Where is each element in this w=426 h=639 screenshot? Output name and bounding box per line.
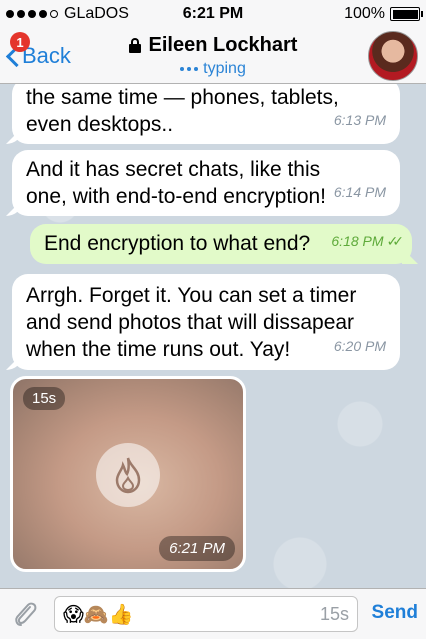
paperclip-icon[interactable]	[10, 599, 40, 629]
message-bubble[interactable]: Arrgh. Forget it. You can set a timer an…	[12, 274, 400, 370]
back-label: Back	[22, 43, 71, 68]
nav-bar: Back 1 Eileen Lockhart typing	[0, 28, 426, 84]
avatar[interactable]	[368, 31, 418, 81]
message-time: 6:20 PM	[333, 338, 386, 354]
chat-title: Eileen Lockhart	[148, 34, 298, 56]
unread-badge: 1	[10, 32, 30, 52]
read-checkmarks-icon: ✓✓	[386, 233, 405, 249]
lock-icon	[128, 38, 141, 53]
chat-area[interactable]: the same time — phones, tablets, even de…	[0, 84, 426, 588]
photo-time: 6:21 PM	[159, 536, 235, 561]
message-bubble[interactable]: the same time — phones, tablets, even de…	[12, 84, 400, 144]
send-button[interactable]: Send	[372, 602, 418, 624]
photo-timer-badge: 15s	[23, 387, 66, 410]
secret-photo[interactable]: 15s 6:21 PM	[10, 376, 246, 572]
message-time: 6:14 PM	[333, 184, 386, 200]
battery-icon	[390, 7, 423, 21]
message-time: 6:18 PM ✓✓	[331, 228, 405, 255]
message-time: 6:13 PM	[333, 112, 386, 128]
message-text: End encryption to what end?	[44, 232, 311, 255]
message-text: the same time — phones, tablets, even de…	[26, 86, 339, 136]
typing-dots-icon	[180, 67, 199, 71]
message-input[interactable]: 😱🙈👍 15s	[54, 596, 358, 632]
self-destruct-timer-button[interactable]: 15s	[320, 604, 349, 625]
input-emoji-text: 😱🙈👍	[63, 603, 134, 626]
battery: 100%	[344, 5, 423, 23]
fire-icon[interactable]	[96, 443, 160, 507]
chat-header[interactable]: Eileen Lockhart typing	[90, 34, 336, 78]
message-bubble[interactable]: And it has secret chats, like this one, …	[12, 150, 400, 216]
message-text: Arrgh. Forget it. You can set a timer an…	[26, 284, 357, 361]
message-text: And it has secret chats, like this one, …	[26, 158, 327, 208]
composer-bar: 😱🙈👍 15s Send	[0, 588, 426, 639]
battery-percent: 100%	[344, 5, 385, 22]
chat-status: typing	[203, 60, 246, 77]
status-bar: GLaDOS 6:21 PM 100%	[0, 0, 426, 28]
message-bubble-outgoing[interactable]: End encryption to what end? 6:18 PM ✓✓	[30, 224, 412, 264]
